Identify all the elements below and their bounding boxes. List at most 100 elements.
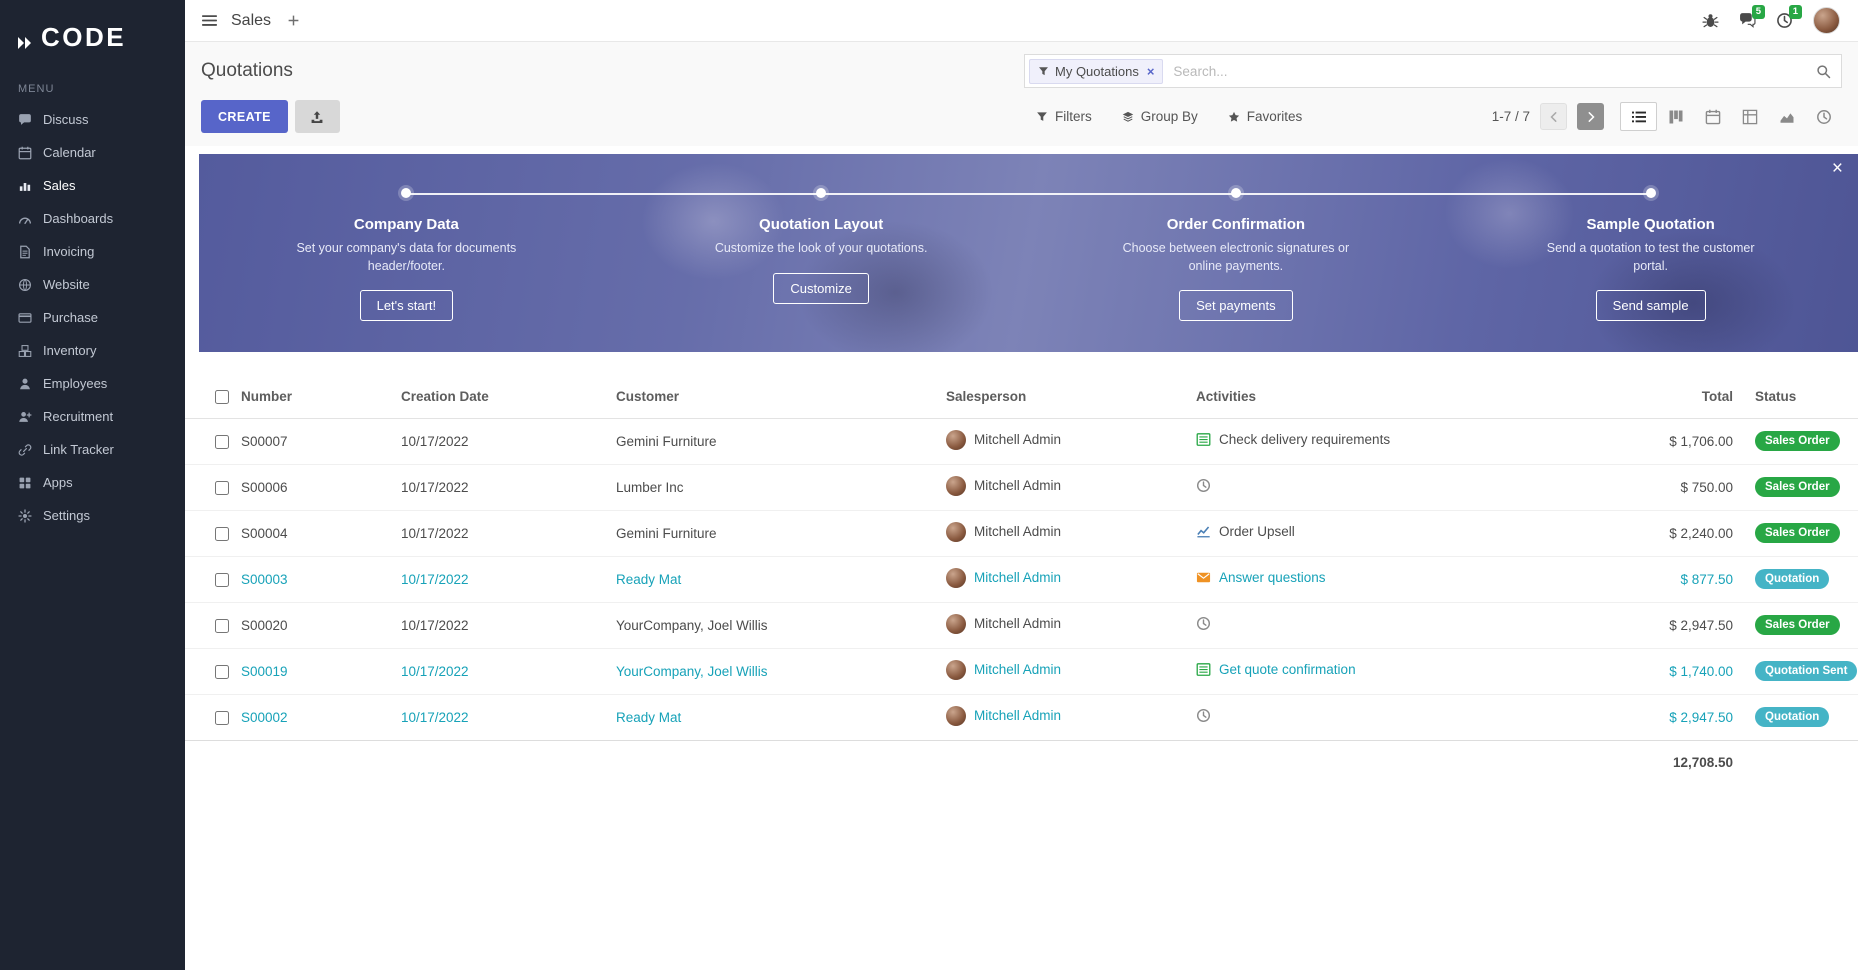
cell-status: Sales Order <box>1747 510 1858 556</box>
column-header-salesperson[interactable]: Salesperson <box>942 376 1192 418</box>
cell-activities[interactable] <box>1192 694 1607 740</box>
cell-salesperson: Mitchell Admin <box>942 694 1192 740</box>
dashboards-icon <box>18 212 32 226</box>
cell-activities[interactable]: Order Upsell <box>1192 510 1607 556</box>
row-checkbox[interactable] <box>215 711 229 725</box>
step-dot <box>1231 188 1241 198</box>
quotation-row[interactable]: S0000710/17/2022Gemini FurnitureMitchell… <box>185 418 1858 464</box>
view-calendar-button[interactable] <box>1694 102 1731 131</box>
sidebar-item-settings[interactable]: Settings <box>0 499 185 532</box>
view-graph-button[interactable] <box>1768 102 1805 131</box>
inventory-icon <box>18 344 32 358</box>
step-action-button[interactable]: Customize <box>773 273 868 304</box>
sidebar-item-sales[interactable]: Sales <box>0 169 185 202</box>
pager-previous-button[interactable] <box>1540 103 1567 130</box>
sidebar-item-inventory[interactable]: Inventory <box>0 334 185 367</box>
chip-remove-icon[interactable]: × <box>1147 64 1155 79</box>
current-app-name[interactable]: Sales <box>231 12 271 30</box>
sidebar-item-dashboards[interactable]: Dashboards <box>0 202 185 235</box>
cell-customer: Ready Mat <box>612 556 942 602</box>
import-button[interactable] <box>295 100 340 133</box>
group-by-button[interactable]: Group By <box>1122 109 1198 124</box>
cell-customer: Gemini Furniture <box>612 418 942 464</box>
row-checkbox[interactable] <box>215 527 229 541</box>
sidebar-item-invoicing[interactable]: Invoicing <box>0 235 185 268</box>
cell-total: $ 2,947.50 <box>1607 694 1747 740</box>
status-badge: Quotation Sent <box>1755 661 1857 681</box>
row-checkbox[interactable] <box>215 573 229 587</box>
create-button[interactable]: CREATE <box>201 100 288 133</box>
sidebar-item-calendar[interactable]: Calendar <box>0 136 185 169</box>
sidebar-item-apps[interactable]: Apps <box>0 466 185 499</box>
step-dot <box>816 188 826 198</box>
table-body: S0000710/17/2022Gemini FurnitureMitchell… <box>185 418 1858 740</box>
row-checkbox[interactable] <box>215 435 229 449</box>
cell-activities[interactable] <box>1192 602 1607 648</box>
link-icon <box>18 443 32 457</box>
control-panel: Quotations My Quotations × CREATE <box>185 42 1858 146</box>
view-pivot-button[interactable] <box>1731 102 1768 131</box>
sidebar-item-recruitment[interactable]: Recruitment <box>0 400 185 433</box>
column-header-number[interactable]: Number <box>237 376 397 418</box>
list-controls: Filters Group By Favorites 1-7 / 7 <box>1024 102 1842 131</box>
column-header-creation-date[interactable]: Creation Date <box>397 376 612 418</box>
step-action-button[interactable]: Let's start! <box>360 290 454 321</box>
app-logo[interactable]: CODE <box>0 0 185 73</box>
sidebar-item-discuss[interactable]: Discuss <box>0 103 185 136</box>
quotation-row[interactable]: S0000210/17/2022Ready MatMitchell Admin$… <box>185 694 1858 740</box>
row-checkbox[interactable] <box>215 619 229 633</box>
column-header-status[interactable]: Status <box>1747 376 1858 418</box>
activities-button[interactable]: 1 <box>1776 12 1793 29</box>
search-icon[interactable] <box>1816 64 1831 79</box>
search-bar[interactable]: My Quotations × <box>1024 54 1842 88</box>
status-badge: Sales Order <box>1755 431 1840 451</box>
view-list-button[interactable] <box>1620 102 1657 131</box>
step-title: Sample Quotation <box>1443 216 1858 233</box>
column-header-customer[interactable]: Customer <box>612 376 942 418</box>
debug-icon[interactable] <box>1702 12 1719 29</box>
view-kanban-button[interactable] <box>1657 102 1694 131</box>
sidebar-item-label: Invoicing <box>43 244 94 259</box>
messages-button[interactable]: 5 <box>1739 12 1756 29</box>
user-avatar[interactable] <box>1813 7 1840 34</box>
quotation-row[interactable]: S0002010/17/2022YourCompany, Joel Willis… <box>185 602 1858 648</box>
cell-customer: Ready Mat <box>612 694 942 740</box>
banner-close-icon[interactable]: × <box>1832 159 1843 178</box>
search-filter-chip[interactable]: My Quotations × <box>1029 59 1163 84</box>
step-action-button[interactable]: Send sample <box>1596 290 1706 321</box>
activity-label: Order Upsell <box>1219 524 1295 539</box>
salesperson-avatar <box>946 614 966 634</box>
sidebar-item-purchase[interactable]: Purchase <box>0 301 185 334</box>
salesperson-avatar <box>946 706 966 726</box>
select-all-checkbox[interactable] <box>215 390 229 404</box>
row-checkbox[interactable] <box>215 481 229 495</box>
quotation-row[interactable]: S0000610/17/2022Lumber IncMitchell Admin… <box>185 464 1858 510</box>
cell-activities[interactable]: Check delivery requirements <box>1192 418 1607 464</box>
favorites-button[interactable]: Favorites <box>1228 109 1303 124</box>
quotation-row[interactable]: S0001910/17/2022YourCompany, Joel Willis… <box>185 648 1858 694</box>
quotation-row[interactable]: S0000310/17/2022Ready MatMitchell AdminA… <box>185 556 1858 602</box>
sidebar: CODE MENU DiscussCalendarSalesDashboards… <box>0 0 185 970</box>
pager-next-button[interactable] <box>1577 103 1604 130</box>
column-header-total[interactable]: Total <box>1607 376 1747 418</box>
cell-activities[interactable] <box>1192 464 1607 510</box>
cell-activities[interactable]: Get quote confirmation <box>1192 648 1607 694</box>
status-badge: Quotation <box>1755 707 1829 727</box>
filters-button[interactable]: Filters <box>1036 109 1092 124</box>
quotation-row[interactable]: S0000410/17/2022Gemini FurnitureMitchell… <box>185 510 1858 556</box>
clock-icon <box>1196 616 1211 631</box>
sidebar-item-link-tracker[interactable]: Link Tracker <box>0 433 185 466</box>
row-checkbox-cell <box>185 418 237 464</box>
row-checkbox[interactable] <box>215 665 229 679</box>
sidebar-item-website[interactable]: Website <box>0 268 185 301</box>
search-input[interactable] <box>1163 64 1816 79</box>
recruitment-icon <box>18 410 32 424</box>
add-tab-icon[interactable] <box>287 14 300 27</box>
sidebar-item-employees[interactable]: Employees <box>0 367 185 400</box>
step-action-button[interactable]: Set payments <box>1179 290 1293 321</box>
column-header-activities[interactable]: Activities <box>1192 376 1607 418</box>
footer-spacer <box>1747 740 1858 784</box>
menu-toggle-icon[interactable] <box>201 12 218 29</box>
cell-activities[interactable]: Answer questions <box>1192 556 1607 602</box>
view-activity-button[interactable] <box>1805 102 1842 131</box>
